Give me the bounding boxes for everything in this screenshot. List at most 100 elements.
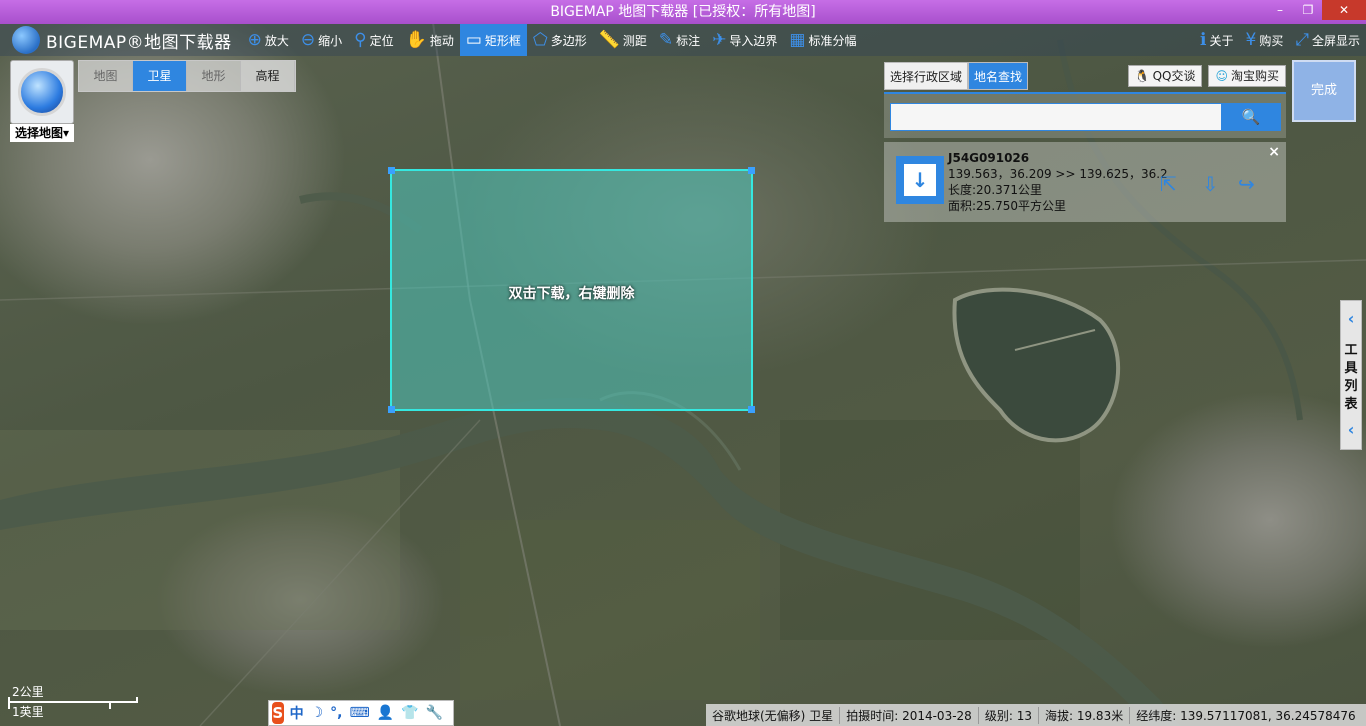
ime-item-icon[interactable]: 👤	[377, 705, 394, 721]
download-tile-button[interactable]: ↓	[896, 156, 944, 204]
open-external-icon[interactable]: ⇱	[1160, 172, 1177, 196]
tool-rectangle[interactable]: ▭ 矩形框	[459, 24, 527, 56]
place-search-input[interactable]	[890, 103, 1222, 131]
ruler-icon: 📏	[598, 30, 620, 50]
scale-mile: 1英里	[12, 705, 44, 719]
chevron-left-icon: ‹	[1347, 420, 1355, 439]
search-row: 🔍	[884, 92, 1286, 138]
scale-bar: 2公里 1英里	[8, 683, 138, 723]
status-source: 谷歌地球(无偏移) 卫星	[706, 706, 841, 724]
map-type-tab[interactable]: 卫星	[133, 61, 187, 91]
tool-hand[interactable]: ✋ 拖动	[400, 24, 460, 56]
download-arrow-icon: ↓	[904, 164, 936, 196]
tab-select-region[interactable]: 选择行政区域	[884, 62, 969, 90]
annotation-icon: ✎	[658, 30, 674, 50]
main-toolbar: BIGEMAP®地图下载器 ⊕ 放大 ⊖ 缩小 ⚲ 定位 ✋ 拖动 ▭ 矩形框 ⬠ 多边形 📏 测距 ✎ 标注…	[0, 24, 1366, 56]
map-type-tab[interactable]: 地形	[187, 61, 241, 91]
tool-about[interactable]: ℹ 关于	[1194, 24, 1239, 56]
qq-icon: 🐧	[1134, 69, 1150, 83]
tool-list-char: 工	[1344, 343, 1358, 358]
tool-ruler[interactable]: 📏 测距	[593, 24, 653, 56]
search-icon: 🔍	[1241, 108, 1261, 126]
map-type-tab[interactable]: 高程	[241, 61, 295, 91]
resize-handle-top-left[interactable]	[388, 167, 395, 174]
rectangle-selection[interactable]: 双击下载，右键删除	[388, 167, 755, 413]
fullscreen-icon: ⤢	[1295, 30, 1309, 50]
hand-icon: ✋	[405, 30, 427, 50]
app-logo-text: BIGEMAP®地图下载器	[46, 32, 232, 53]
polygon-icon: ⬠	[532, 30, 548, 50]
map-type-tabs: 地图 卫星 地形 高程	[78, 60, 296, 92]
ime-item-icon[interactable]: ☽	[311, 705, 324, 721]
selection-hint: 双击下载，右键删除	[508, 286, 635, 302]
ime-item-icon[interactable]: °,	[330, 705, 342, 721]
map-type-tab[interactable]: 地图	[79, 61, 133, 91]
tile-area: 面积:25.750平方公里	[948, 199, 1067, 213]
tool-list-char: 列	[1344, 379, 1358, 394]
status-level: 级别: 13	[979, 706, 1039, 724]
select-map-thumbnail[interactable]	[10, 60, 74, 124]
taobao-icon: ☺	[1215, 69, 1228, 83]
tab-place-search[interactable]: 地名查找	[968, 62, 1029, 90]
ime-item-icon[interactable]: 👕	[401, 705, 418, 721]
chevron-left-icon: ‹	[1347, 309, 1355, 328]
restore-button[interactable]: ❐	[1294, 0, 1322, 20]
resize-handle-top-right[interactable]	[748, 167, 755, 174]
close-button[interactable]: ✕	[1322, 0, 1366, 20]
download-icon[interactable]: ⇩	[1202, 172, 1219, 196]
done-button[interactable]: 完成	[1292, 60, 1356, 122]
tile-coords: 139.563，36.209 >> 139.625，36.2	[948, 167, 1168, 181]
tool-group: ⊕ 放大 ⊖ 缩小 ⚲ 定位 ✋ 拖动 ▭ 矩形框 ⬠ 多边形 📏 测距 ✎ 标注 ✈ 导入边界 ▦ 标准分幅	[242, 24, 863, 56]
status-altitude: 海拔: 19.83米	[1039, 706, 1131, 724]
status-capture: 拍摄时间: 2014-03-28	[840, 706, 979, 724]
title-bar: BIGEMAP 地图下载器 [已授权：所有地图] – ❐ ✕	[0, 0, 1366, 24]
zoom-in-icon: ⊕	[247, 30, 262, 50]
minimize-button[interactable]: –	[1266, 0, 1294, 20]
qq-chat-button[interactable]: 🐧 QQ交谈	[1127, 65, 1203, 87]
earth-icon	[18, 68, 66, 116]
ime-item-icon[interactable]: 🔧	[426, 705, 443, 721]
zoom-out-icon: ⊖	[300, 30, 316, 50]
tool-zoom-out[interactable]: ⊖ 缩小	[295, 24, 348, 56]
status-bar: 谷歌地球(无偏移) 卫星 拍摄时间: 2014-03-28 级别: 13 海拔:…	[706, 704, 1366, 726]
tile-length: 长度:20.371公里	[948, 183, 1043, 197]
tool-polygon[interactable]: ⬠ 多边形	[527, 24, 593, 56]
share-icon[interactable]: ↪	[1238, 172, 1255, 196]
ime-item-icon[interactable]: 中	[290, 703, 304, 723]
location-pin-icon: ⚲	[354, 30, 367, 50]
tool-fullscreen[interactable]: ⤢ 全屏显示	[1289, 24, 1366, 56]
right-tool-group: ℹ 关于 ¥ 购买 ⤢ 全屏显示	[1194, 24, 1366, 56]
taobao-buy-button[interactable]: ☺ 淘宝购买	[1208, 65, 1286, 87]
sogou-icon[interactable]: S	[272, 702, 284, 724]
select-map-label[interactable]: 选择地图▾	[10, 124, 74, 142]
tool-annotation[interactable]: ✎ 标注	[653, 24, 706, 56]
tool-import-boundary[interactable]: ✈ 导入边界	[706, 24, 783, 56]
tile-id: J54G091026	[948, 151, 1030, 165]
tool-location-pin[interactable]: ⚲ 定位	[348, 24, 399, 56]
tool-zoom-in[interactable]: ⊕ 放大	[242, 24, 295, 56]
ime-toolbar: S 中 ☽ °, ⌨ 👤 👕 🔧	[268, 700, 454, 726]
close-result-icon[interactable]: ×	[1268, 144, 1280, 160]
selection-result-card: ↓ J54G091026 139.563，36.209 >> 139.625，3…	[884, 142, 1286, 222]
tool-list-char: 具	[1344, 361, 1358, 376]
window-controls: – ❐ ✕	[1266, 0, 1366, 21]
ime-item-icon[interactable]: ⌨	[349, 705, 369, 721]
buy-icon: ¥	[1245, 30, 1257, 50]
resize-handle-bottom-left[interactable]	[388, 406, 395, 413]
resize-handle-bottom-right[interactable]	[748, 406, 755, 413]
globe-logo-icon	[12, 26, 40, 54]
search-button[interactable]: 🔍	[1221, 103, 1281, 131]
app-logo: BIGEMAP®地图下载器	[12, 26, 232, 54]
tool-list-label: 工具列表	[1341, 342, 1361, 414]
tool-list-toggle[interactable]: ‹ 工具列表 ‹	[1340, 300, 1362, 450]
tool-list-char: 表	[1344, 397, 1358, 412]
tool-buy[interactable]: ¥ 购买	[1240, 24, 1290, 56]
contact-buttons: 🐧 QQ交谈 ☺ 淘宝购买	[1122, 65, 1286, 87]
result-info: J54G091026 139.563，36.209 >> 139.625，36.…	[948, 150, 1168, 214]
tool-grid[interactable]: ▦ 标准分幅	[783, 24, 862, 56]
select-map-control[interactable]: 选择地图▾	[10, 60, 74, 142]
window-title: BIGEMAP 地图下载器 [已授权：所有地图]	[550, 4, 816, 20]
import-boundary-icon: ✈	[712, 30, 727, 50]
search-panel-header: 选择行政区域 地名查找 🐧 QQ交谈 ☺ 淘宝购买	[884, 60, 1286, 92]
status-coord: 经纬度: 139.57117081, 36.24578476	[1136, 708, 1356, 723]
